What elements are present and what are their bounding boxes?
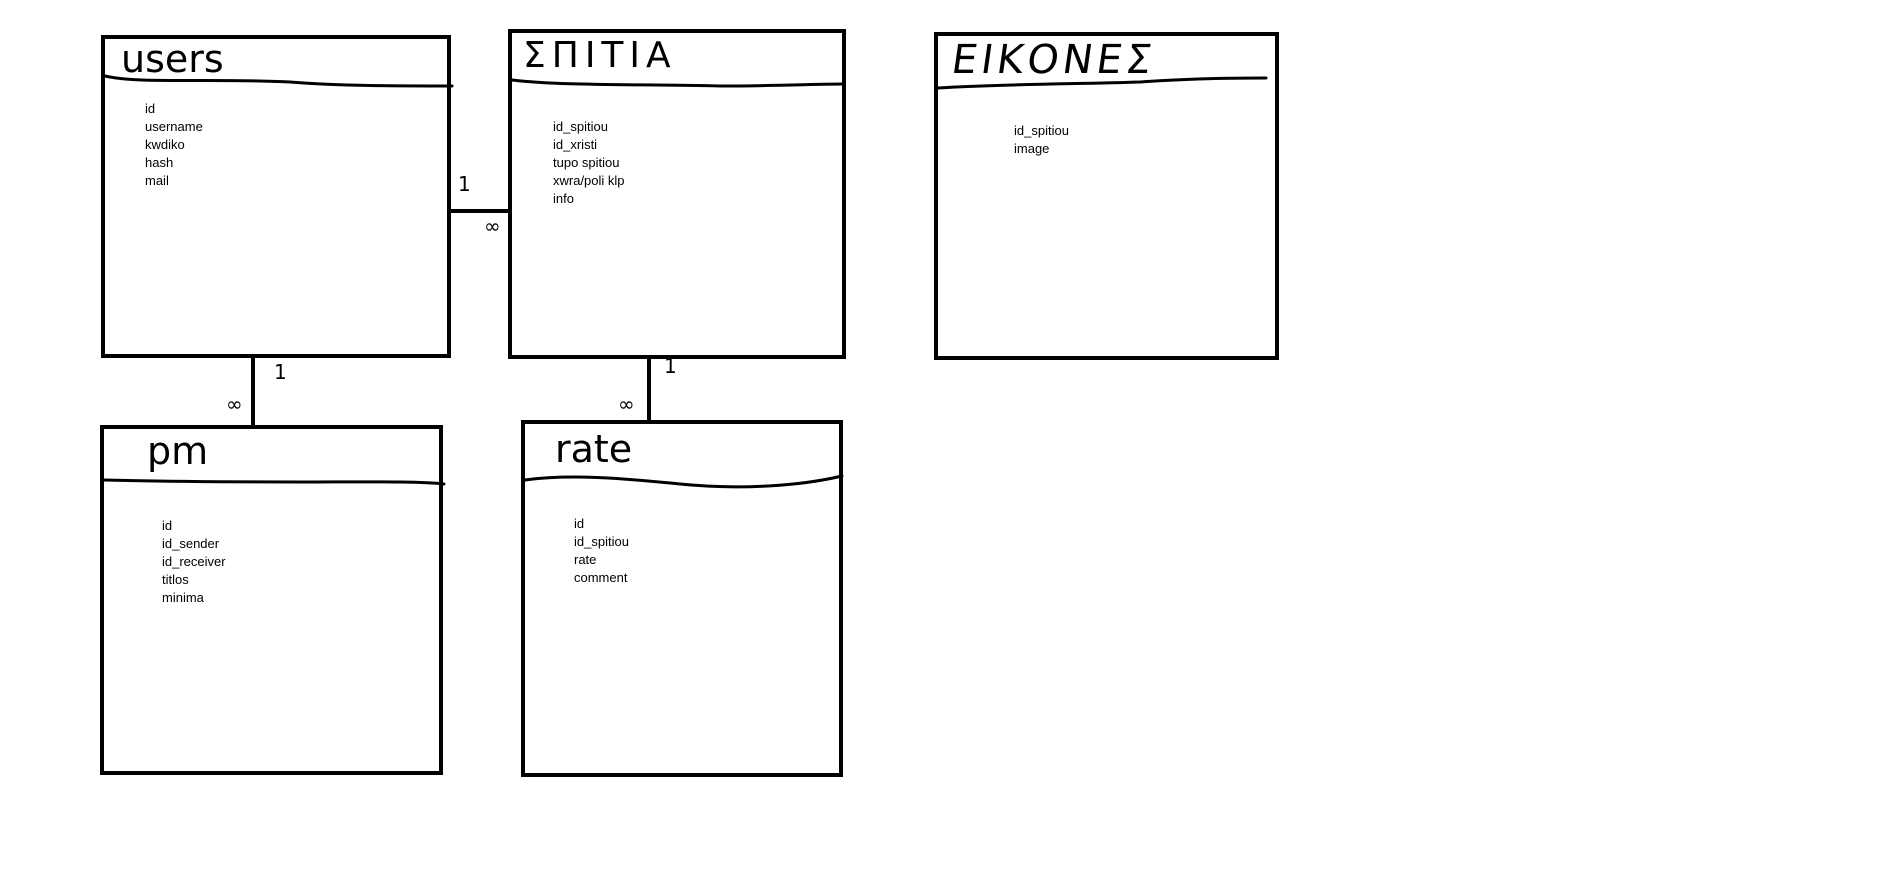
cardinality-spitia-rate-one: 1 [664, 354, 677, 378]
entity-title-pm: pm [147, 429, 209, 473]
entity-title-users: users [121, 37, 224, 81]
entity-rate [521, 420, 843, 777]
field-item: image [1014, 141, 1050, 156]
field-item: kwdiko [145, 137, 185, 152]
field-list-eikones: id_spitiou image [1014, 122, 1069, 158]
field-list-pm: id id_sender id_receiver titlos minima [162, 517, 226, 607]
field-item: id [162, 518, 173, 533]
field-list-users: id username kwdiko hash mail [145, 100, 203, 190]
field-item: id_spitiou [1014, 123, 1069, 138]
entity-users [101, 35, 451, 358]
cardinality-users-pm-many: ∞ [226, 392, 243, 416]
field-item: id_sender [162, 536, 220, 551]
cardinality-users-pm-one: 1 [274, 360, 287, 384]
field-item: xwra/poli klp [553, 173, 625, 188]
field-item: id_xristi [553, 137, 598, 152]
cardinality-spitia-rate-many: ∞ [618, 392, 635, 416]
field-item: id [574, 516, 585, 531]
field-item: rate [574, 552, 597, 567]
field-list-rate: id id_spitiou rate comment [574, 515, 629, 587]
field-item: mail [145, 173, 169, 188]
field-item: username [145, 119, 203, 134]
field-item: id_receiver [162, 554, 226, 569]
field-item: id_spitiou [553, 119, 608, 134]
entity-title-eikones: ΕΙΚΟΝΕΣ [948, 37, 1159, 83]
entity-pm [100, 425, 443, 775]
cardinality-users-spitia-one: 1 [458, 172, 471, 196]
field-item: minima [162, 590, 204, 605]
field-item: comment [574, 570, 628, 585]
field-list-spitia: id_spitiou id_xristi tupo spitiou xwra/p… [553, 118, 625, 208]
cardinality-users-spitia-many: ∞ [484, 214, 501, 238]
entity-title-rate: rate [555, 427, 633, 471]
field-item: hash [145, 155, 174, 170]
field-item: tupo spitiou [553, 155, 620, 170]
field-item: info [553, 191, 574, 206]
entity-title-spitia: ΣΠΙΤΙΑ [523, 35, 677, 76]
field-item: id_spitiou [574, 534, 629, 549]
field-item: titlos [162, 572, 189, 587]
field-item: id [145, 101, 156, 116]
